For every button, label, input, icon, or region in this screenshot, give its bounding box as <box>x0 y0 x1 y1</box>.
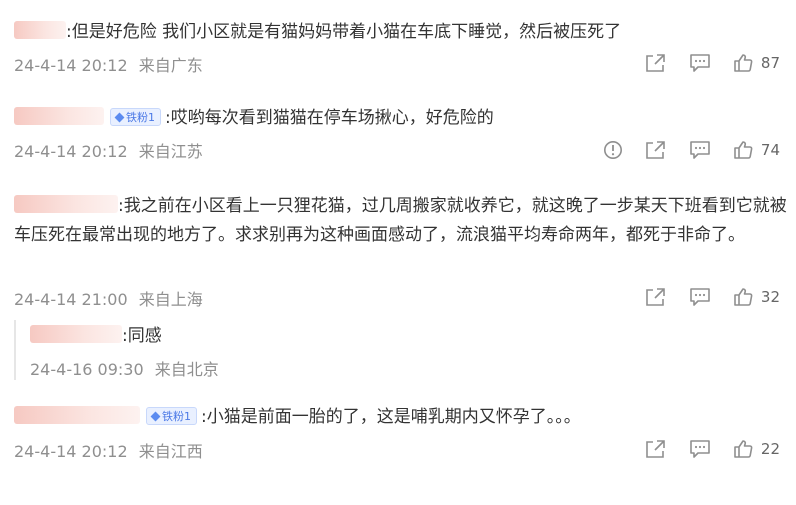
reply-location: 来自北京 <box>154 360 219 379</box>
share-button[interactable] <box>645 439 667 459</box>
fan-badge-label: 铁粉1 <box>162 410 191 423</box>
fan-badge: 铁粉1 <box>110 108 161 126</box>
like-button[interactable]: 87 <box>733 53 780 73</box>
comment-icon <box>690 440 710 458</box>
report-button[interactable] <box>603 140 623 160</box>
comment-text-line: :我之前在小区看上一只狸花猫，过几周搬家就收养它，就这晚了一步某天下班看到它就被… <box>14 192 789 250</box>
comment-meta: 24-4-14 20:12 来自江西 <box>14 438 203 462</box>
comment-text-line: 铁粉1 :哎哟每次看到猫猫在停车场揪心，好危险的 <box>14 104 494 132</box>
comment-time: 24-4-14 20:12 <box>14 442 128 461</box>
reply-meta: 24-4-16 09:30 来自北京 <box>30 356 219 380</box>
like-count: 87 <box>760 54 780 72</box>
like-count: 32 <box>760 288 780 306</box>
comment-time: 24-4-14 20:12 <box>14 142 128 161</box>
comment-button[interactable] <box>689 140 711 160</box>
report-icon <box>603 141 622 159</box>
comment-icon <box>690 141 710 159</box>
thumbs-up-icon <box>734 288 753 306</box>
comment-text: :我之前在小区看上一只狸花猫，过几周搬家就收养它，就这晚了一步某天下班看到它就被… <box>14 196 787 245</box>
comment-text: :但是好危险 我们小区就是有猫妈妈带着小猫在车底下睡觉，然后被压死了 <box>66 22 622 42</box>
fan-badge: 铁粉1 <box>146 407 197 425</box>
thumbs-up-icon <box>734 141 753 159</box>
share-icon <box>646 288 665 306</box>
reply-text-line: :同感 <box>30 322 162 350</box>
comment-text-line: :但是好危险 我们小区就是有猫妈妈带着小猫在车底下睡觉，然后被压死了 <box>14 18 621 46</box>
like-count: 22 <box>760 440 780 458</box>
comment-time: 24-4-14 20:12 <box>14 56 128 75</box>
username-blurred[interactable] <box>14 195 118 213</box>
comment-meta: 24-4-14 20:12 来自广东 <box>14 52 203 76</box>
comment-actions: 32 <box>623 285 780 309</box>
username-blurred[interactable] <box>30 325 122 343</box>
comment-actions: 22 <box>623 437 780 461</box>
username-blurred[interactable] <box>14 107 104 125</box>
fan-badge-label: 铁粉1 <box>126 111 155 124</box>
comment-button[interactable] <box>689 287 711 307</box>
like-count: 74 <box>760 141 780 159</box>
diamond-icon <box>114 112 125 123</box>
comment-text: :哎哟每次看到猫猫在停车场揪心，好危险的 <box>165 108 494 128</box>
comment-location: 来自广东 <box>138 56 203 75</box>
like-button[interactable]: 74 <box>733 140 780 160</box>
share-button[interactable] <box>645 287 667 307</box>
comment-text: :小猫是前面一胎的了，这是哺乳期内又怀孕了。。。 <box>201 407 581 427</box>
comment-text-line: 铁粉1 :小猫是前面一胎的了，这是哺乳期内又怀孕了。。。 <box>14 403 581 431</box>
share-icon <box>646 141 665 159</box>
like-button[interactable]: 22 <box>733 439 780 459</box>
comment-location: 来自上海 <box>138 290 203 309</box>
comment-button[interactable] <box>689 439 711 459</box>
username-blurred[interactable] <box>14 21 66 39</box>
comment-icon <box>690 54 710 72</box>
like-button[interactable]: 32 <box>733 287 780 307</box>
reply-thread: :同感 24-4-16 09:30 来自北京 <box>14 320 774 380</box>
thumbs-up-icon <box>734 440 753 458</box>
comment-button[interactable] <box>689 53 711 73</box>
comment-location: 来自江苏 <box>138 142 203 161</box>
share-button[interactable] <box>645 140 667 160</box>
share-icon <box>646 440 665 458</box>
username-blurred[interactable] <box>14 406 140 424</box>
comment-actions: 87 <box>623 51 780 75</box>
diamond-icon <box>150 411 161 422</box>
comment-meta: 24-4-14 20:12 来自江苏 <box>14 138 203 162</box>
share-button[interactable] <box>645 53 667 73</box>
comment-location: 来自江西 <box>138 442 203 461</box>
reply-text: :同感 <box>122 326 162 346</box>
reply-time: 24-4-16 09:30 <box>30 360 144 379</box>
comment-meta: 24-4-14 21:00 来自上海 <box>14 286 203 310</box>
share-icon <box>646 54 665 72</box>
comment-actions: 74 <box>581 138 780 162</box>
comment-time: 24-4-14 21:00 <box>14 290 128 309</box>
comment-icon <box>690 288 710 306</box>
thumbs-up-icon <box>734 54 753 72</box>
